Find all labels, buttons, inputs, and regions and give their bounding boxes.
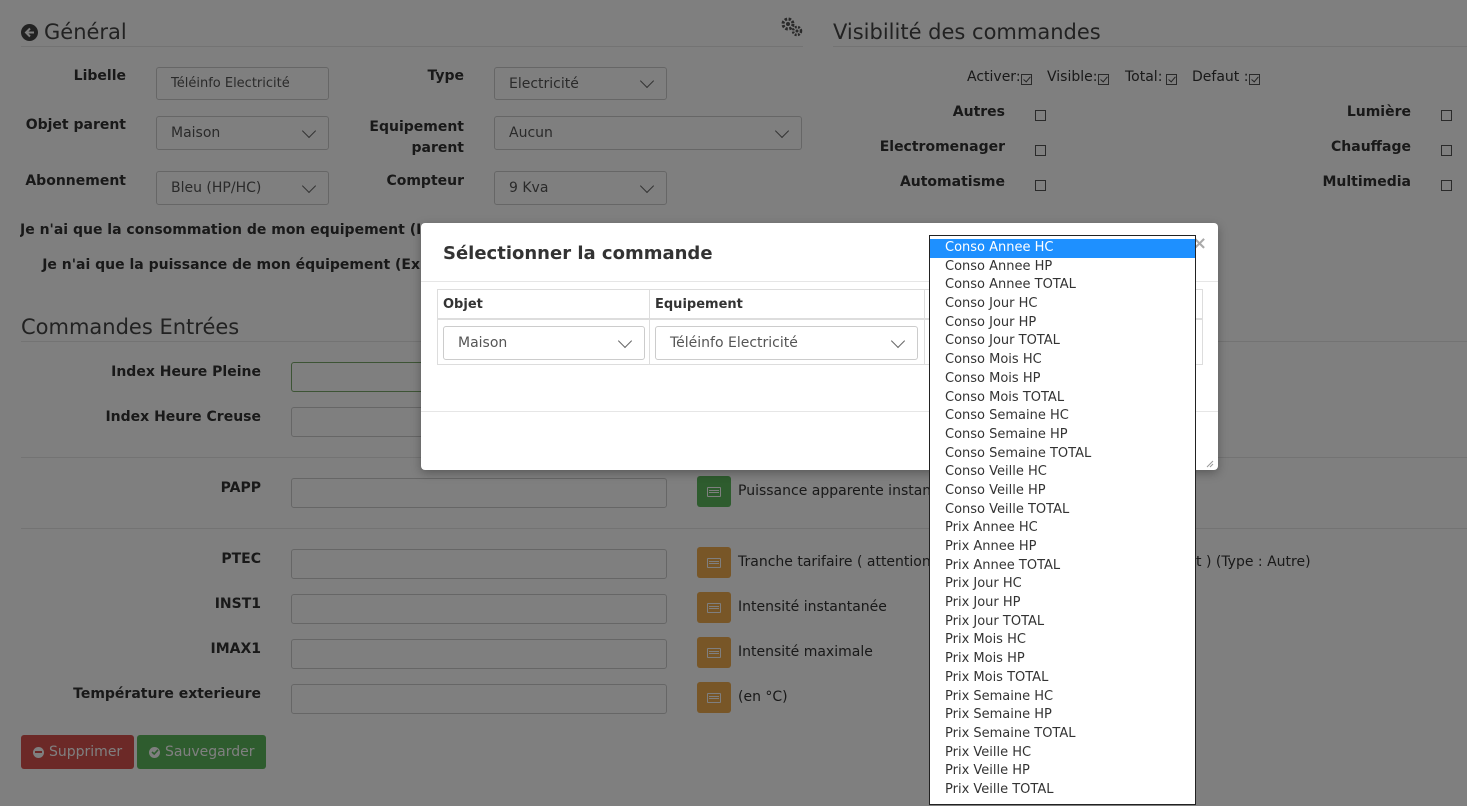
col-equipement-header: Equipement [650, 290, 925, 320]
command-dropdown-list[interactable]: Conso Annee HC Conso Annee HP Conso Annee … [929, 235, 1196, 805]
dropdown-option[interactable]: Prix Annee HC [930, 519, 1195, 538]
dropdown-option[interactable]: Prix Mois HP [930, 650, 1195, 669]
dropdown-option[interactable]: Prix Jour HP [930, 594, 1195, 613]
dropdown-option[interactable]: Conso Jour HC [930, 295, 1195, 314]
dropdown-option[interactable]: Prix Annee TOTAL [930, 557, 1195, 576]
dropdown-option[interactable]: Prix Semaine HC [930, 688, 1195, 707]
equipement-select[interactable]: Téléinfo Electricité [655, 326, 918, 360]
dropdown-option[interactable]: Prix Semaine HP [930, 706, 1195, 725]
dropdown-option[interactable]: Conso Veille HP [930, 482, 1195, 501]
dropdown-option[interactable]: Conso Veille HC [930, 463, 1195, 482]
dropdown-option[interactable]: Conso Mois HP [930, 370, 1195, 389]
dropdown-option[interactable]: Prix Veille TOTAL [930, 781, 1195, 800]
dropdown-option[interactable]: Conso Semaine TOTAL [930, 445, 1195, 464]
dropdown-option[interactable]: Conso Annee TOTAL [930, 276, 1195, 295]
dropdown-option[interactable]: Prix Jour HC [930, 575, 1195, 594]
resize-handle-icon[interactable] [1204, 456, 1214, 472]
dropdown-option[interactable]: Conso Jour HP [930, 314, 1195, 333]
dropdown-option[interactable]: Prix Jour TOTAL [930, 613, 1195, 632]
dropdown-option[interactable]: Conso Annee HP [930, 258, 1195, 277]
dropdown-option[interactable]: Prix Semaine TOTAL [930, 725, 1195, 744]
dropdown-option[interactable]: Conso Veille TOTAL [930, 501, 1195, 520]
dropdown-option[interactable]: Prix Veille HC [930, 744, 1195, 763]
dropdown-option[interactable]: Prix Veille HP [930, 762, 1195, 781]
dropdown-option[interactable]: Prix Mois HC [930, 631, 1195, 650]
dropdown-option[interactable]: Prix Mois TOTAL [930, 669, 1195, 688]
dropdown-option[interactable]: Conso Jour TOTAL [930, 332, 1195, 351]
dropdown-option[interactable]: Conso Semaine HC [930, 407, 1195, 426]
dropdown-option[interactable]: Conso Semaine HP [930, 426, 1195, 445]
col-objet-header: Objet [438, 290, 650, 320]
dropdown-option[interactable]: Conso Mois HC [930, 351, 1195, 370]
objet-select[interactable]: Maison [443, 326, 645, 360]
dropdown-option[interactable]: Conso Annee HC [930, 239, 1195, 258]
dropdown-option[interactable]: Prix Annee HP [930, 538, 1195, 557]
dropdown-option[interactable]: Conso Mois TOTAL [930, 389, 1195, 408]
modal-title: Sélectionner la commande [443, 243, 713, 264]
